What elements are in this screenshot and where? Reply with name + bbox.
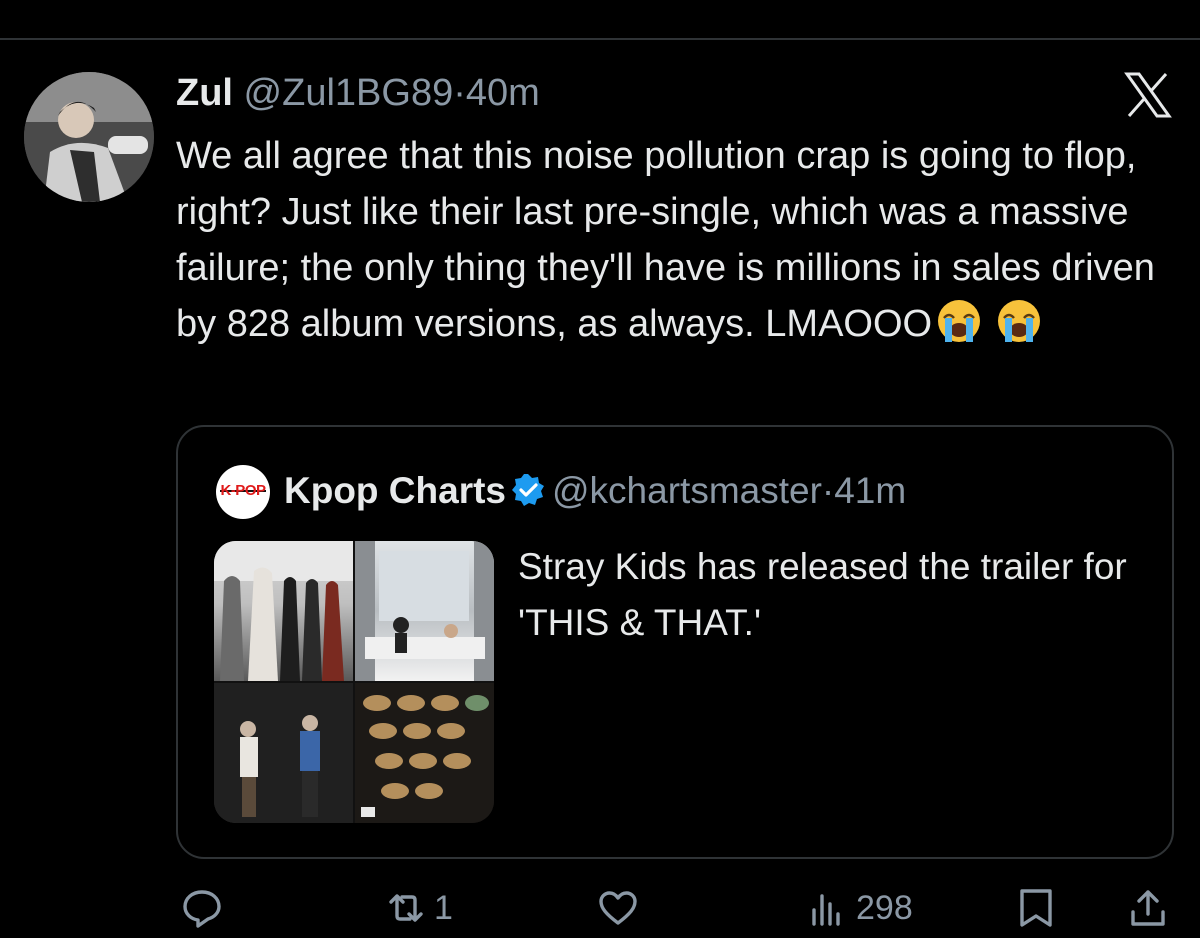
separator-dot: ·: [453, 72, 466, 114]
quoted-tweet-card[interactable]: K-POP Kpop Charts @kchartsmaster·41m Str…: [176, 425, 1174, 859]
tweet-time[interactable]: 40m: [466, 72, 540, 114]
crying-face-emoji-icon: [996, 298, 1042, 344]
quoted-time[interactable]: 41m: [834, 470, 906, 511]
views-button[interactable]: 298: [806, 880, 913, 936]
quoted-handle[interactable]: @kchartsmaster: [552, 470, 822, 511]
media-image-dining-room[interactable]: [355, 541, 494, 681]
media-image-group-photo[interactable]: [214, 541, 353, 681]
quoted-tweet-text: Stray Kids has released the trailer for …: [518, 546, 1127, 643]
media-grid[interactable]: [214, 541, 494, 823]
quoted-author-avatar[interactable]: K-POP: [216, 465, 270, 519]
x-logo-icon: [1124, 72, 1172, 118]
separator-dot: ·: [821, 470, 835, 511]
share-icon: [1126, 886, 1170, 930]
heart-icon: [596, 886, 640, 930]
retweet-button[interactable]: 1: [384, 880, 453, 936]
avatar-photo: [24, 72, 154, 202]
share-button[interactable]: [1126, 880, 1170, 936]
bookmark-button[interactable]: [1014, 880, 1058, 936]
verified-badge-icon: [510, 472, 546, 508]
crying-face-emoji-icon: [936, 298, 982, 344]
views-icon: [806, 886, 850, 930]
quoted-header: Kpop Charts @kchartsmaster·41m: [284, 467, 906, 515]
media-image-pastries[interactable]: [355, 683, 494, 823]
avatar-logo-text: K-POP: [220, 482, 266, 499]
top-divider: [0, 38, 1200, 40]
reply-icon: [180, 886, 224, 930]
retweet-count: 1: [434, 888, 453, 927]
author-name[interactable]: Zul: [176, 72, 233, 114]
tweet-header: Zul @Zul1BG89·40m: [176, 70, 540, 116]
like-button[interactable]: [596, 880, 640, 936]
reply-button[interactable]: [180, 880, 224, 936]
views-count: 298: [856, 888, 913, 927]
action-bar: 1 298: [0, 880, 1200, 936]
author-handle[interactable]: @Zul1BG89: [244, 72, 454, 114]
author-avatar[interactable]: [24, 72, 154, 202]
quoted-author-name[interactable]: Kpop Charts: [284, 470, 506, 511]
tweet-text: We all agree that this noise pollution c…: [176, 128, 1166, 352]
retweet-icon: [384, 886, 428, 930]
bookmark-icon: [1014, 886, 1058, 930]
media-image-dance-scene[interactable]: [214, 683, 353, 823]
